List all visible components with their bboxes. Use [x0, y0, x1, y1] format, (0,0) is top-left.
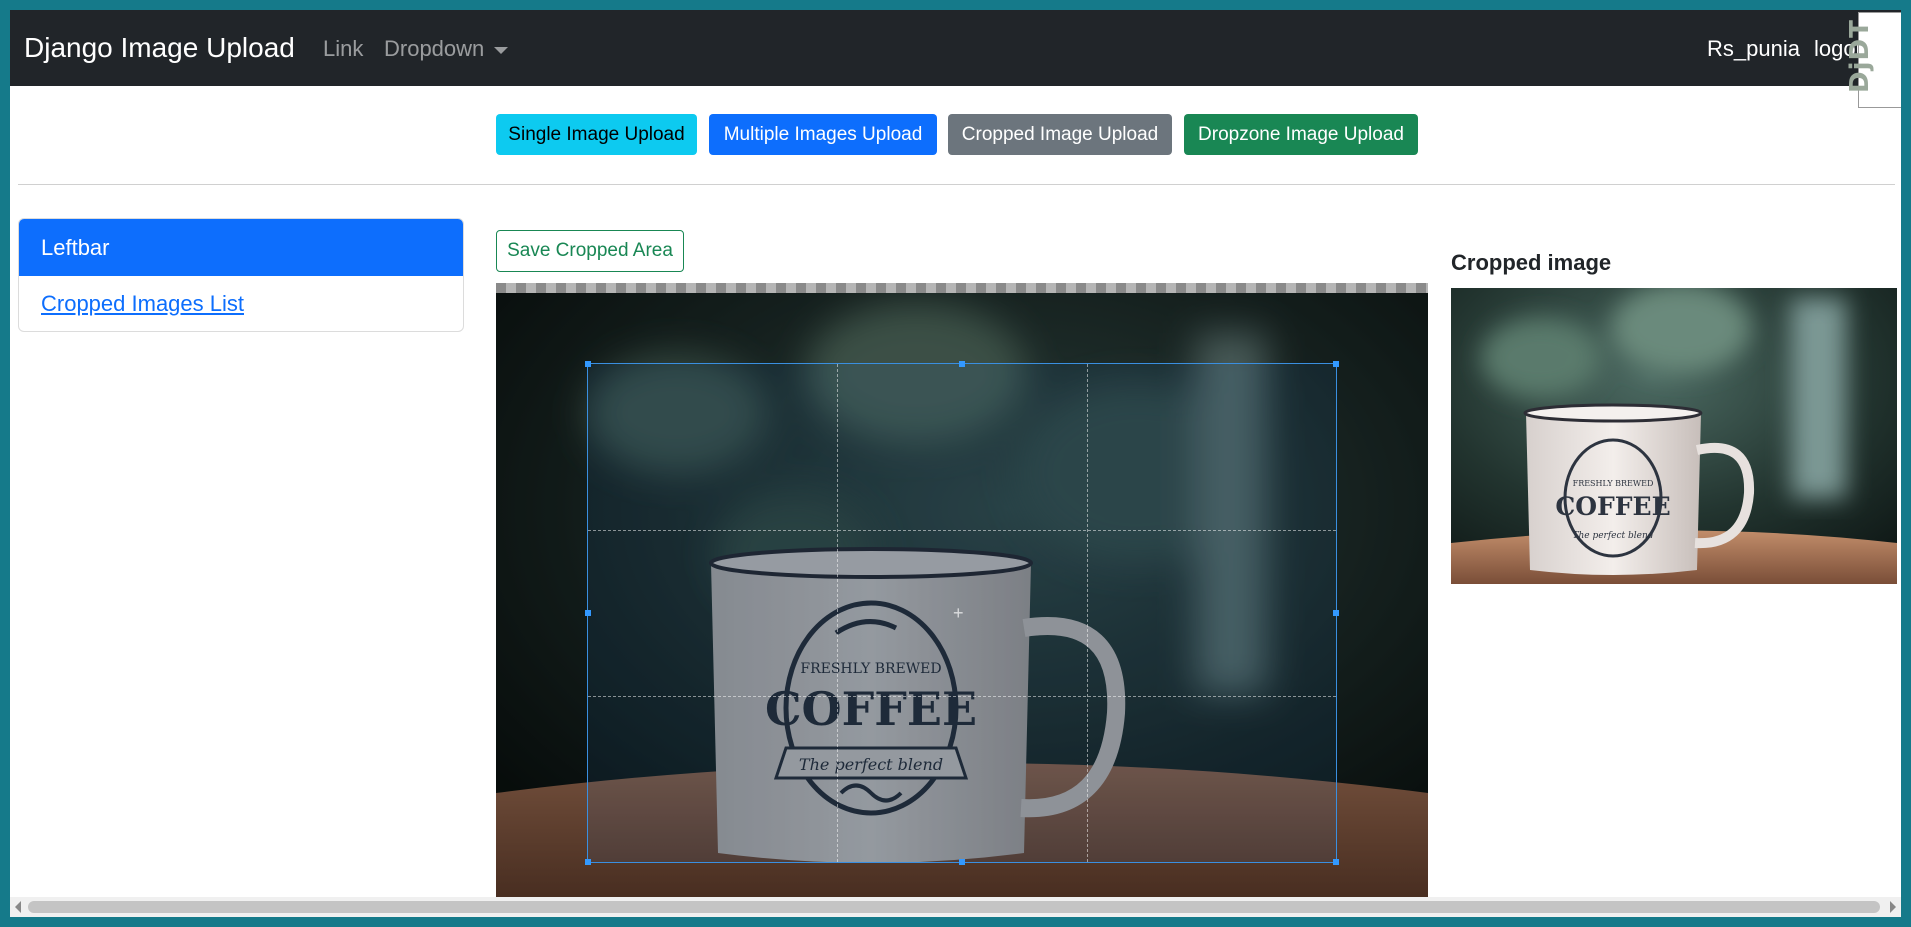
- leftbar: Leftbar Cropped Images List: [18, 218, 464, 332]
- cropped-image-upload-button[interactable]: Cropped Image Upload: [948, 114, 1172, 155]
- crop-handle-se[interactable]: [1333, 859, 1339, 865]
- crop-guide-horizontal: [588, 529, 1336, 531]
- nav-dropdown[interactable]: Dropdown: [384, 36, 509, 62]
- horizontal-scrollbar[interactable]: [10, 897, 1901, 917]
- crop-handle-ne[interactable]: [1333, 361, 1339, 367]
- divider: [18, 184, 1895, 185]
- scroll-left-arrow-icon[interactable]: [15, 901, 21, 913]
- leftbar-title: Leftbar: [19, 219, 463, 276]
- image-cropper[interactable]: FRESHLY BREWED COFFEE The perfect blend …: [496, 283, 1428, 907]
- navbar-brand[interactable]: Django Image Upload: [24, 32, 295, 64]
- browser-window: Django Image Upload Link Dropdown Rs_pun…: [10, 10, 1901, 917]
- leftbar-item-cropped-images-list: Cropped Images List: [19, 276, 463, 331]
- crop-selection-box[interactable]: +: [585, 361, 1339, 865]
- multiple-images-upload-button[interactable]: Multiple Images Upload: [709, 114, 937, 155]
- crop-handle-n[interactable]: [959, 361, 965, 367]
- single-image-upload-button[interactable]: Single Image Upload: [496, 114, 697, 155]
- save-cropped-area-button[interactable]: Save Cropped Area: [496, 230, 684, 272]
- cropped-images-list-link[interactable]: Cropped Images List: [41, 291, 244, 316]
- cropped-image-title: Cropped image: [1451, 250, 1612, 275]
- crop-handle-e[interactable]: [1333, 610, 1339, 616]
- crop-handle-sw[interactable]: [585, 859, 591, 865]
- debug-toolbar-handle[interactable]: DjDT: [1845, 12, 1901, 108]
- scrollbar-thumb[interactable]: [28, 901, 1880, 913]
- cropped-photo: FRESHLY BREWED COFFEE The perfect blend: [1451, 288, 1897, 584]
- crop-handle-nw[interactable]: [585, 361, 591, 367]
- crop-handle-s[interactable]: [959, 859, 965, 865]
- crop-handle-w[interactable]: [585, 610, 591, 616]
- nav-link[interactable]: Link: [323, 36, 363, 62]
- preview-mug-text-line3: The perfect blend: [1572, 531, 1653, 541]
- crop-guide-vertical: [1086, 364, 1088, 862]
- nav-dropdown-label: Dropdown: [384, 36, 485, 61]
- caret-down-icon: [494, 46, 509, 54]
- nav-username[interactable]: Rs_punia: [1707, 36, 1800, 62]
- preview-mug-text-line1: FRESHLY BREWED: [1573, 479, 1654, 488]
- navbar: Django Image Upload Link Dropdown Rs_pun…: [10, 10, 1901, 108]
- dropzone-image-upload-button[interactable]: Dropzone Image Upload: [1184, 114, 1418, 155]
- cropped-image-preview: FRESHLY BREWED COFFEE The perfect blend: [1451, 288, 1897, 584]
- preview-mug-text-line2: COFFEE: [1555, 492, 1670, 521]
- crop-guide-vertical: [837, 364, 839, 862]
- crop-center-icon: +: [953, 603, 964, 623]
- scroll-right-arrow-icon[interactable]: [1890, 901, 1896, 913]
- debug-toolbar-label: DjDT: [1845, 19, 1875, 93]
- crop-guide-horizontal: [588, 695, 1336, 697]
